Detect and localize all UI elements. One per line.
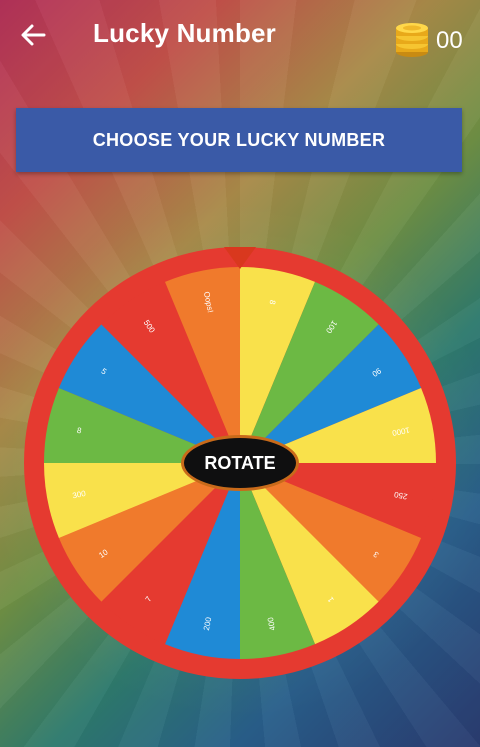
rotate-button[interactable]: ROTATE [181,435,299,491]
app-bar: Lucky Number 00 [0,0,480,72]
coin-stack-icon [396,23,428,57]
arrow-left-icon [21,24,46,46]
back-button[interactable] [18,20,48,50]
page-title: Lucky Number [93,18,277,48]
coins-balance: 00 [394,18,470,60]
coins-count: 00 [436,27,463,54]
lucky-wheel: 8 100 90 1000 250 3 1 400 200 7 10 300 8 5 500 Oops! RO… [22,245,458,681]
choose-lucky-number-button[interactable]: CHOOSE YOUR LUCKY NUMBER [16,108,462,172]
